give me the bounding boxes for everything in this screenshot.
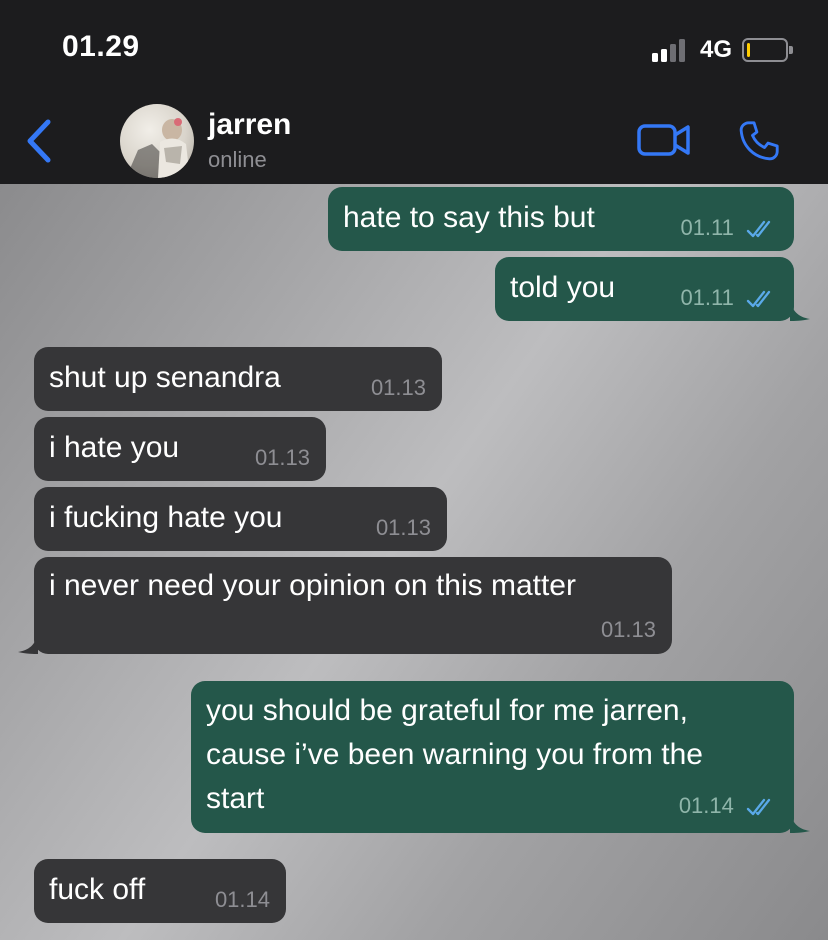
phone-icon bbox=[739, 121, 779, 161]
message-text-line: start bbox=[206, 782, 265, 815]
signal-strength-icon bbox=[652, 38, 692, 62]
message-text: i fucking hate you bbox=[49, 501, 283, 534]
message-text: hate to say this but bbox=[343, 201, 595, 234]
incoming-message[interactable]: i fucking hate you 01.13 bbox=[34, 487, 447, 551]
message-time: 01.11 bbox=[680, 285, 734, 310]
network-type: 4G bbox=[700, 36, 733, 63]
voice-call-button[interactable] bbox=[736, 118, 782, 164]
message-time: 01.13 bbox=[375, 515, 431, 540]
signal-bar bbox=[670, 44, 676, 62]
message-time: 01.14 bbox=[214, 887, 270, 912]
signal-bar bbox=[652, 53, 658, 62]
signal-bar bbox=[661, 49, 667, 62]
battery-icon bbox=[742, 38, 793, 62]
double-check-icon bbox=[746, 798, 771, 816]
incoming-message[interactable]: i never need your opinion on this matter… bbox=[18, 557, 672, 654]
message-text-line: you should be grateful for me jarren, bbox=[206, 694, 688, 727]
avatar[interactable] bbox=[120, 104, 194, 178]
outgoing-message[interactable]: you should be grateful for me jarren, ca… bbox=[191, 681, 810, 833]
bubble-tail bbox=[18, 632, 38, 654]
incoming-message[interactable]: i hate you 01.13 bbox=[34, 417, 326, 481]
chat-area[interactable]: hate to say this but 01.11 told you 01.1… bbox=[0, 184, 828, 940]
bubble-tail bbox=[790, 299, 810, 321]
video-call-button[interactable] bbox=[636, 120, 692, 160]
double-check-icon bbox=[746, 220, 771, 238]
message-text: told you bbox=[510, 271, 616, 304]
message-text: i never need your opinion on this matter bbox=[49, 569, 576, 602]
avatar-photo bbox=[126, 118, 190, 178]
top-bar: 01.29 4G jarren online bbox=[0, 0, 828, 184]
message-text: shut up senandra bbox=[49, 361, 281, 394]
outgoing-message[interactable]: hate to say this but 01.11 bbox=[328, 187, 794, 251]
message-time: 01.13 bbox=[254, 445, 310, 470]
contact-status: online bbox=[208, 147, 267, 172]
back-button[interactable] bbox=[20, 116, 60, 166]
signal-bar bbox=[679, 39, 685, 62]
message-time: 01.14 bbox=[678, 793, 734, 818]
message-time: 01.13 bbox=[370, 375, 426, 400]
bubble-tail bbox=[790, 811, 810, 833]
incoming-message[interactable]: shut up senandra 01.13 bbox=[34, 347, 442, 411]
incoming-message[interactable]: fuck off 01.14 bbox=[34, 859, 286, 923]
message-text: i hate you bbox=[49, 431, 180, 464]
outgoing-message[interactable]: told you 01.11 bbox=[495, 257, 810, 321]
message-text: fuck off bbox=[49, 873, 146, 906]
battery-level bbox=[747, 43, 750, 57]
message-time: 01.11 bbox=[680, 215, 734, 240]
message-text-line: cause i’ve been warning you from the bbox=[206, 738, 703, 771]
status-time: 01.29 bbox=[62, 30, 140, 63]
chevron-left-icon bbox=[27, 119, 51, 163]
double-check-icon bbox=[746, 290, 771, 308]
contact-name[interactable]: jarren bbox=[208, 108, 291, 142]
message-time: 01.13 bbox=[600, 617, 656, 642]
video-camera-icon bbox=[637, 124, 690, 156]
